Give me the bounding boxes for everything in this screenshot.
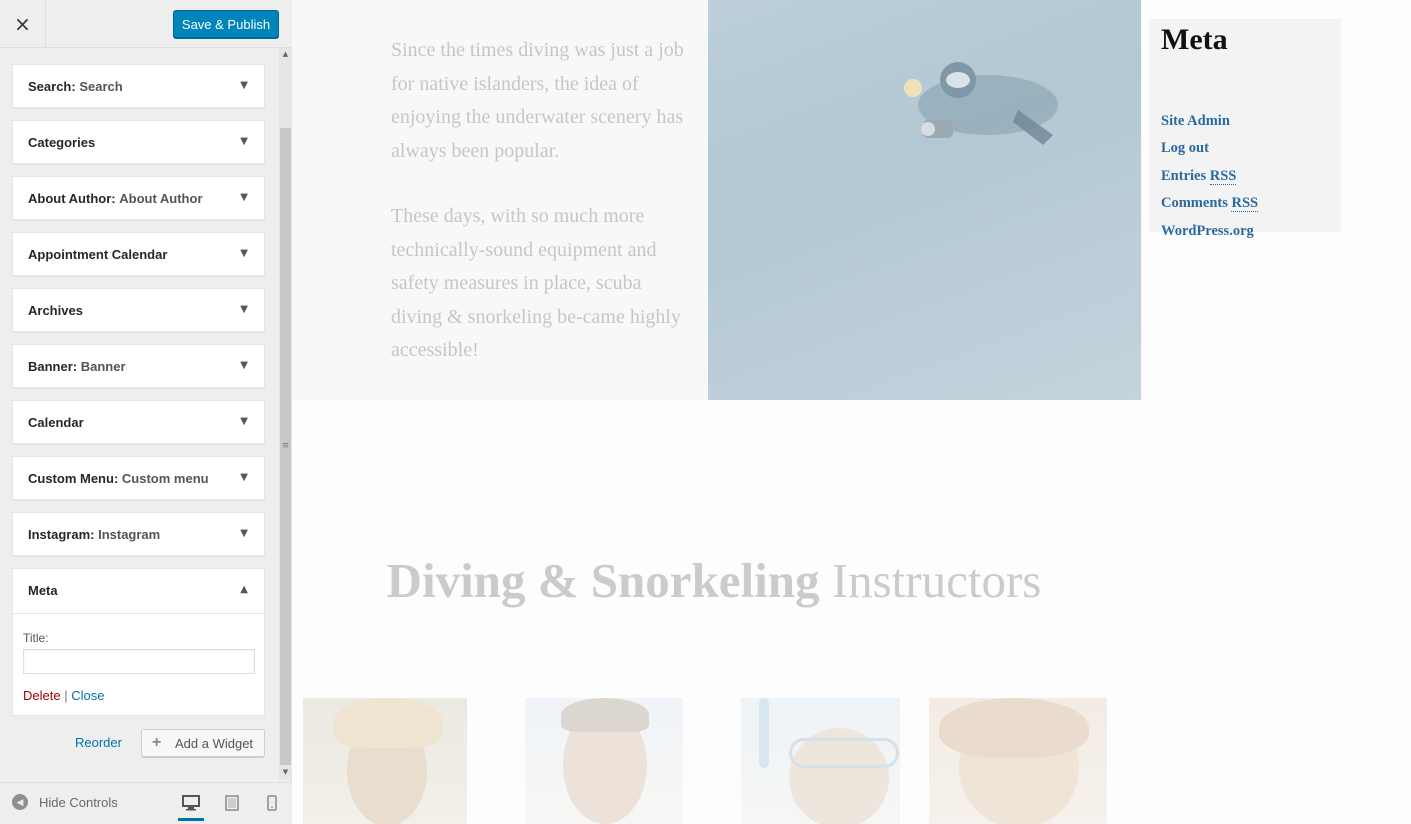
customizer-header: × Save & Publish bbox=[0, 0, 292, 48]
mobile-icon bbox=[267, 795, 277, 811]
expand-arrow-icon[interactable]: ▼ bbox=[240, 192, 248, 203]
hide-controls-button[interactable]: ◀ Hide Controls bbox=[12, 794, 118, 810]
collapse-arrow-icon[interactable]: ▲ bbox=[240, 584, 248, 595]
instructors-section-title: Diving & Snorkeling Instructors bbox=[386, 553, 1042, 608]
entries-rss-link[interactable]: Entries RSS bbox=[1161, 168, 1237, 185]
instructor-photo bbox=[741, 698, 900, 824]
expand-arrow-icon[interactable]: ▼ bbox=[240, 136, 248, 147]
widget-calendar[interactable]: Calendar ▼ bbox=[12, 400, 265, 444]
plus-icon: + bbox=[152, 734, 162, 751]
widget-instagram[interactable]: Instagram: Instagram ▼ bbox=[12, 512, 265, 556]
mobile-preview-button[interactable] bbox=[259, 791, 285, 815]
instructor-photo bbox=[303, 698, 467, 824]
expand-arrow-icon[interactable]: ▼ bbox=[240, 416, 248, 427]
site-preview: Since the times diving was just a job fo… bbox=[292, 0, 1411, 824]
close-icon: × bbox=[14, 11, 31, 36]
diver-image bbox=[708, 0, 1141, 400]
intro-text: Since the times diving was just a job fo… bbox=[391, 34, 691, 400]
expand-arrow-icon[interactable]: ▼ bbox=[240, 360, 248, 371]
intro-paragraph: Since the times diving was just a job fo… bbox=[391, 39, 684, 162]
log-out-link[interactable]: Log out bbox=[1161, 140, 1209, 157]
intro-paragraph: These days, with so much more technicall… bbox=[391, 205, 681, 361]
widget-banner[interactable]: Banner: Banner ▼ bbox=[12, 344, 265, 388]
widget-appointment-calendar[interactable]: Appointment Calendar ▼ bbox=[12, 232, 265, 276]
scroll-up-icon[interactable]: ▲ bbox=[279, 48, 292, 60]
scrollbar-grip-icon: ≡ bbox=[281, 441, 290, 451]
widget-name: Archives bbox=[28, 303, 83, 318]
title-field[interactable] bbox=[23, 649, 255, 674]
widget-subtitle: Banner bbox=[80, 359, 126, 374]
widget-name: Banner bbox=[28, 359, 73, 374]
customizer-sidebar: × Save & Publish ▲ ≡ ▼ Search: Search ▼ … bbox=[0, 0, 292, 824]
widget-meta-expanded: Meta ▲ Title: Delete | Close bbox=[12, 568, 265, 716]
widget-name: Appointment Calendar bbox=[28, 247, 168, 262]
delete-widget-link[interactable]: Delete bbox=[23, 688, 61, 703]
widget-actions: Delete | Close bbox=[23, 688, 104, 703]
widget-name: Custom Menu bbox=[28, 471, 114, 486]
widget-subtitle: Instagram bbox=[98, 527, 161, 542]
desktop-icon bbox=[182, 795, 200, 811]
widget-search[interactable]: Search: Search ▼ bbox=[12, 64, 265, 108]
comments-rss-link[interactable]: Comments RSS bbox=[1161, 195, 1259, 212]
widget-name: Calendar bbox=[28, 415, 84, 430]
widget-name: Search bbox=[28, 79, 72, 94]
close-customizer-button[interactable]: × bbox=[0, 0, 46, 47]
meta-widget-preview: Meta Site Admin Log out Entries RSS Comm… bbox=[1149, 19, 1341, 239]
scroll-down-icon[interactable]: ▼ bbox=[279, 766, 292, 778]
close-widget-link[interactable]: Close bbox=[71, 688, 104, 703]
widget-subtitle: Custom menu bbox=[121, 471, 209, 486]
action-separator: | bbox=[64, 688, 68, 703]
widget-meta-header[interactable]: Meta ▲ bbox=[13, 569, 264, 614]
widget-subtitle: About Author bbox=[119, 191, 203, 206]
widget-name: Categories bbox=[28, 135, 96, 150]
widget-about-author[interactable]: About Author: About Author ▼ bbox=[12, 176, 265, 220]
intro-section: Since the times diving was just a job fo… bbox=[292, 0, 1142, 400]
expand-arrow-icon[interactable]: ▼ bbox=[240, 528, 248, 539]
widget-custom-menu[interactable]: Custom Menu: Custom menu ▼ bbox=[12, 456, 265, 500]
widget-name: About Author bbox=[28, 191, 112, 206]
widget-archives[interactable]: Archives ▼ bbox=[12, 288, 265, 332]
scuba-diver-illustration bbox=[904, 62, 1058, 145]
add-widget-label: Add a Widget bbox=[175, 736, 254, 751]
expand-arrow-icon[interactable]: ▼ bbox=[240, 248, 248, 259]
customizer-footer: ◀ Hide Controls bbox=[0, 782, 292, 824]
instructor-photo bbox=[929, 698, 1107, 824]
widget-categories[interactable]: Categories ▼ bbox=[12, 120, 265, 164]
expand-arrow-icon[interactable]: ▼ bbox=[240, 80, 248, 91]
expand-arrow-icon[interactable]: ▼ bbox=[240, 472, 248, 483]
expand-arrow-icon[interactable]: ▼ bbox=[240, 304, 248, 315]
site-admin-link[interactable]: Site Admin bbox=[1161, 113, 1230, 130]
meta-widget-heading: Meta bbox=[1161, 23, 1228, 56]
widget-name: Meta bbox=[28, 583, 58, 598]
add-widget-button[interactable]: + Add a Widget bbox=[141, 729, 265, 757]
save-publish-button[interactable]: Save & Publish bbox=[173, 10, 279, 38]
instructor-photo bbox=[525, 698, 683, 824]
hide-controls-label: Hide Controls bbox=[39, 794, 118, 810]
collapse-sidebar-icon: ◀ bbox=[12, 794, 28, 810]
widget-name: Instagram bbox=[28, 527, 91, 542]
wordpress-org-link[interactable]: WordPress.org bbox=[1161, 223, 1254, 240]
desktop-preview-button[interactable] bbox=[178, 791, 204, 821]
reorder-link[interactable]: Reorder bbox=[75, 735, 122, 750]
title-field-label: Title: bbox=[23, 631, 49, 645]
widget-subtitle: Search bbox=[79, 79, 123, 94]
tablet-preview-button[interactable] bbox=[219, 791, 245, 815]
tablet-icon bbox=[225, 795, 239, 811]
